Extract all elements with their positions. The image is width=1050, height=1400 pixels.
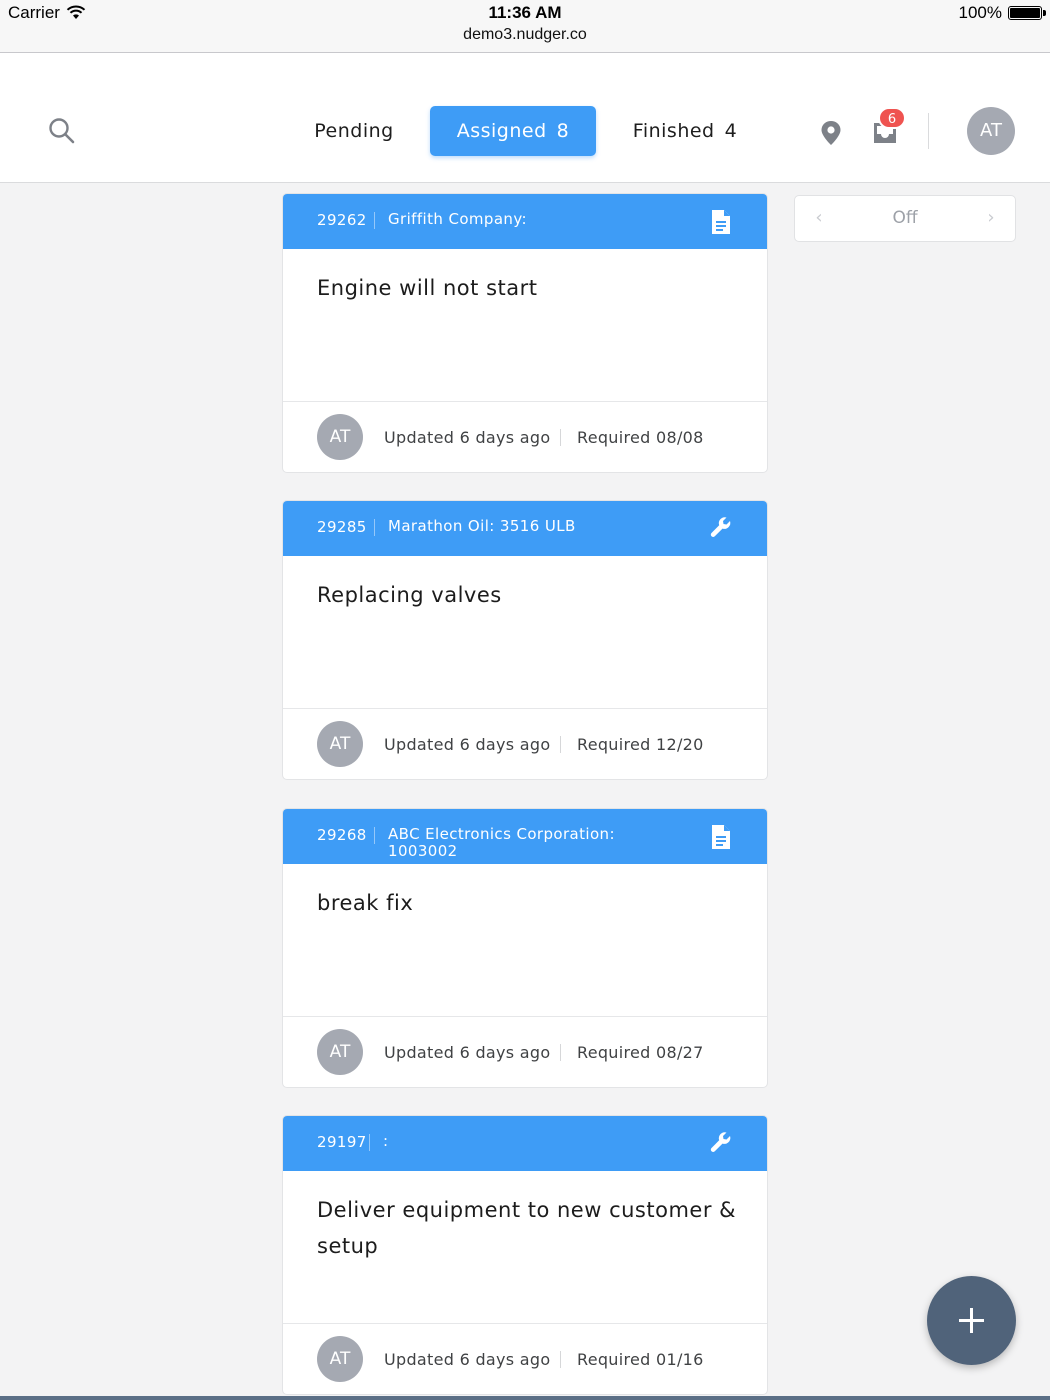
avatar: AT [317, 1029, 363, 1075]
tab-count: 4 [724, 120, 738, 142]
user-avatar[interactable]: AT [967, 107, 1015, 155]
divider [374, 827, 375, 844]
job-title: Replacing valves [317, 583, 502, 607]
tab-count: 8 [556, 120, 570, 142]
map-pin-icon[interactable] [818, 119, 844, 147]
updated-text: Updated 6 days ago [384, 1350, 551, 1369]
add-job-button[interactable] [927, 1276, 1016, 1365]
job-card[interactable]: 29262 Griffith Company: Engine will not … [282, 193, 768, 473]
document-icon [712, 825, 730, 849]
card-footer: AT Updated 6 days ago Required 12/20 [283, 708, 767, 779]
card-footer: AT Updated 6 days ago Required 08/08 [283, 401, 767, 472]
filter-next-button[interactable]: › [971, 196, 1011, 240]
company-name: ABC Electronics Corporation: 1003002 [388, 825, 615, 860]
battery-icon [1008, 6, 1046, 20]
company-name: Marathon Oil: 3516 ULB [388, 517, 576, 535]
tab-assigned[interactable]: Assigned 8 [430, 106, 596, 156]
job-card[interactable]: 29197 : Deliver equipment to new custome… [282, 1115, 768, 1395]
job-title: break fix [317, 891, 414, 915]
plus-icon [959, 1308, 984, 1333]
clock: 11:36 AM [488, 3, 562, 22]
card-header: 29268 ABC Electronics Corporation: 10030… [283, 809, 767, 864]
header-divider [928, 113, 929, 149]
updated-text: Updated 6 days ago [384, 428, 551, 447]
tab-label: Assigned [456, 120, 547, 142]
job-id: 29262 [317, 211, 367, 229]
divider [560, 736, 561, 753]
avatar: AT [317, 414, 363, 460]
tab-label: Pending [314, 120, 394, 142]
filter-stepper: ‹ Off › [794, 195, 1016, 242]
job-card[interactable]: 29268 ABC Electronics Corporation: 10030… [282, 808, 768, 1088]
divider [560, 1351, 561, 1368]
card-footer: AT Updated 6 days ago Required 08/27 [283, 1016, 767, 1087]
job-id: 29197 [317, 1133, 367, 1151]
card-header: 29197 : [283, 1116, 767, 1171]
job-id: 29285 [317, 518, 367, 536]
job-card[interactable]: 29285 Marathon Oil: 3516 ULB Replacing v… [282, 500, 768, 780]
card-header: 29262 Griffith Company: [283, 194, 767, 249]
divider [560, 429, 561, 446]
updated-text: Updated 6 days ago [384, 1043, 551, 1062]
required-date: Required 01/16 [577, 1350, 704, 1369]
avatar: AT [317, 721, 363, 767]
filter-prev-button[interactable]: ‹ [799, 196, 839, 240]
avatar: AT [317, 1336, 363, 1382]
card-header: 29285 Marathon Oil: 3516 ULB [283, 501, 767, 556]
status-bar: Carrier 11:36 AM demo3.nudger.co 100% [0, 0, 1050, 53]
company-name: : [383, 1132, 389, 1150]
updated-text: Updated 6 days ago [384, 735, 551, 754]
divider [374, 212, 375, 229]
divider [560, 1044, 561, 1061]
job-id: 29268 [317, 826, 367, 844]
job-title: Deliver equipment to new customer & setu… [317, 1198, 737, 1258]
wrench-icon [710, 517, 731, 537]
page-url[interactable]: demo3.nudger.co [0, 26, 1050, 44]
document-icon [712, 210, 730, 234]
job-title: Engine will not start [317, 276, 538, 300]
company-name: Griffith Company: [388, 210, 527, 228]
tab-label: Finished [632, 120, 715, 142]
notification-badge: 6 [878, 107, 906, 129]
divider [369, 1134, 370, 1151]
tab-pending[interactable]: Pending [296, 106, 412, 156]
card-footer: AT Updated 6 days ago Required 01/16 [283, 1323, 767, 1394]
battery-percent: 100% [958, 3, 1002, 22]
divider [374, 519, 375, 536]
wrench-icon [710, 1132, 731, 1152]
required-date: Required 12/20 [577, 735, 704, 754]
required-date: Required 08/08 [577, 428, 704, 447]
filter-value: Off [892, 208, 918, 228]
bottom-edge [0, 1396, 1050, 1400]
tab-finished[interactable]: Finished 4 [620, 106, 750, 156]
app-header: Pending Assigned 8 Finished 4 6 AT [0, 53, 1050, 183]
required-date: Required 08/27 [577, 1043, 704, 1062]
